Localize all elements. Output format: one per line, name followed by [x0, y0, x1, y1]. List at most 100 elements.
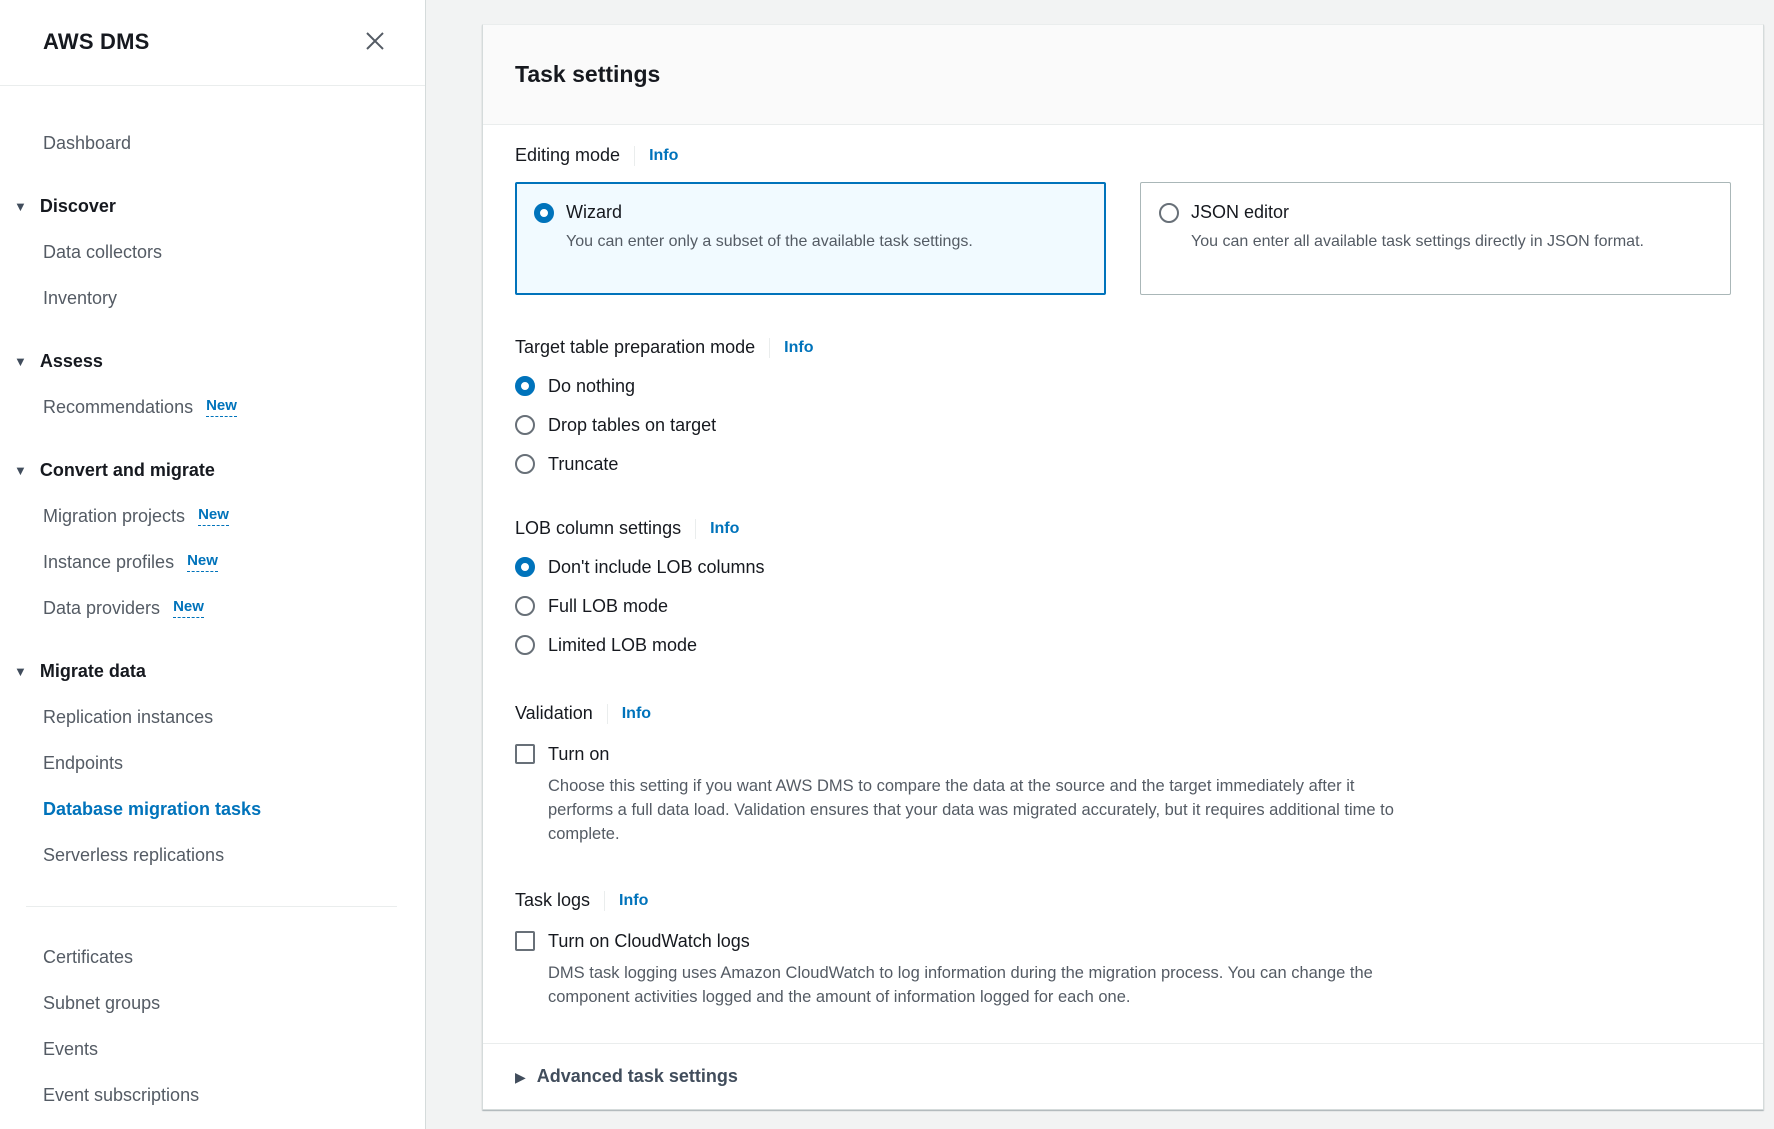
sidebar-item-replication-instances[interactable]: Replication instances [0, 694, 425, 740]
validation-turn-on-checkbox[interactable] [515, 744, 535, 764]
task-settings-panel: Task settings Editing mode Info Wizard [482, 24, 1764, 1110]
full-lob-mode-radio[interactable] [515, 596, 535, 616]
panel-header: Task settings [483, 25, 1763, 125]
sidebar-item-inventory[interactable]: Inventory [0, 275, 425, 321]
sidebar: AWS DMS Dashboard ▼ Discover Data collec… [0, 0, 426, 1129]
sidebar-item-data-providers[interactable]: Data providers New [0, 585, 425, 631]
task-logs-label-row: Task logs Info [515, 890, 1731, 911]
sidebar-item-database-migration-tasks[interactable]: Database migration tasks [0, 786, 425, 832]
page-title: Task settings [515, 61, 1731, 88]
option-drop-tables-on-target[interactable]: Drop tables on target [515, 411, 1731, 439]
validation-label-row: Validation Info [515, 703, 1731, 724]
editing-mode-info-link[interactable]: Info [649, 147, 678, 165]
json-editor-label: JSON editor [1191, 202, 1289, 223]
truncate-radio[interactable] [515, 454, 535, 474]
sidebar-item-endpoints[interactable]: Endpoints [0, 740, 425, 786]
sidebar-section-assess[interactable]: ▼ Assess [0, 338, 425, 384]
validation-info-link[interactable]: Info [622, 705, 651, 723]
new-badge[interactable]: New [206, 397, 237, 416]
label-info-divider [634, 146, 635, 166]
new-badge[interactable]: New [173, 598, 204, 617]
sidebar-item-dashboard[interactable]: Dashboard [0, 120, 425, 166]
sidebar-item-data-collectors[interactable]: Data collectors [0, 229, 425, 275]
close-icon [364, 30, 386, 55]
validation-label: Validation [515, 703, 593, 724]
wizard-radio-row: Wizard [534, 202, 1087, 223]
wizard-label: Wizard [566, 202, 622, 223]
option-truncate[interactable]: Truncate [515, 450, 1731, 478]
validation-group: Validation Info Turn on Choose this sett… [515, 703, 1731, 846]
sidebar-item-certificates[interactable]: Certificates [0, 934, 425, 980]
panel-body: Editing mode Info Wizard You can enter o… [483, 125, 1763, 1043]
sidebar-section-convert-and-migrate[interactable]: ▼ Convert and migrate [0, 447, 425, 493]
sidebar-item-event-subscriptions[interactable]: Event subscriptions [0, 1072, 425, 1118]
json-editor-description: You can enter all available task setting… [1191, 231, 1712, 253]
option-limited-lob-mode[interactable]: Limited LOB mode [515, 631, 1731, 659]
option-do-nothing[interactable]: Do nothing [515, 372, 1731, 400]
option-full-lob-mode[interactable]: Full LOB mode [515, 592, 1731, 620]
validation-description: Choose this setting if you want AWS DMS … [548, 774, 1400, 846]
sidebar-item-migration-projects[interactable]: Migration projects New [0, 493, 425, 539]
advanced-task-settings-expander[interactable]: ▶ Advanced task settings [483, 1043, 1763, 1109]
json-editor-radio[interactable] [1159, 203, 1179, 223]
sidebar-item-events[interactable]: Events [0, 1026, 425, 1072]
caret-down-icon: ▼ [14, 200, 27, 213]
task-logs-info-link[interactable]: Info [619, 892, 648, 910]
lob-column-settings-label-row: LOB column settings Info [515, 518, 1731, 539]
lob-column-settings-info-link[interactable]: Info [710, 520, 739, 538]
target-table-preparation-label-row: Target table preparation mode Info [515, 337, 1731, 358]
dont-include-lob-radio[interactable] [515, 557, 535, 577]
editing-mode-tiles: Wizard You can enter only a subset of th… [515, 182, 1731, 295]
target-table-preparation-info-link[interactable]: Info [784, 339, 813, 357]
app-root: AWS DMS Dashboard ▼ Discover Data collec… [0, 0, 1774, 1129]
main-content: Task settings Editing mode Info Wizard [426, 0, 1774, 1129]
cloudwatch-logs-label: Turn on CloudWatch logs [548, 931, 750, 952]
sidebar-title: AWS DMS [43, 29, 150, 55]
caret-down-icon: ▼ [14, 464, 27, 477]
task-logs-group: Task logs Info Turn on CloudWatch logs D… [515, 890, 1731, 1009]
editing-mode-label-row: Editing mode Info [515, 145, 1731, 166]
do-nothing-radio[interactable] [515, 376, 535, 396]
sidebar-divider [26, 906, 397, 907]
lob-column-settings-group: LOB column settings Info Don't include L… [515, 518, 1731, 659]
json-editor-radio-row: JSON editor [1159, 202, 1712, 223]
task-logs-description: DMS task logging uses Amazon CloudWatch … [548, 961, 1400, 1009]
label-info-divider [607, 704, 608, 724]
sidebar-item-subnet-groups[interactable]: Subnet groups [0, 980, 425, 1026]
sidebar-item-instance-profiles[interactable]: Instance profiles New [0, 539, 425, 585]
editing-mode-label: Editing mode [515, 145, 620, 166]
task-logs-label: Task logs [515, 890, 590, 911]
sidebar-item-serverless-replications[interactable]: Serverless replications [0, 832, 425, 878]
sidebar-section-migrate-data[interactable]: ▼ Migrate data [0, 648, 425, 694]
wizard-radio[interactable] [534, 203, 554, 223]
new-badge[interactable]: New [187, 552, 218, 571]
close-sidebar-button[interactable] [363, 30, 387, 54]
lob-column-settings-options: Don't include LOB columns Full LOB mode … [515, 553, 1731, 659]
advanced-task-settings-label: Advanced task settings [537, 1066, 738, 1087]
sidebar-section-discover[interactable]: ▼ Discover [0, 183, 425, 229]
label-info-divider [695, 519, 696, 539]
label-info-divider [604, 891, 605, 911]
option-dont-include-lob-columns[interactable]: Don't include LOB columns [515, 553, 1731, 581]
sidebar-item-recommendations[interactable]: Recommendations New [0, 384, 425, 430]
limited-lob-mode-radio[interactable] [515, 635, 535, 655]
wizard-description: You can enter only a subset of the avail… [566, 231, 1087, 253]
json-editor-tile[interactable]: JSON editor You can enter all available … [1140, 182, 1731, 295]
caret-right-icon: ▶ [515, 1070, 526, 1084]
target-table-preparation-label: Target table preparation mode [515, 337, 755, 358]
cloudwatch-logs-checkbox[interactable] [515, 931, 535, 951]
lob-column-settings-label: LOB column settings [515, 518, 681, 539]
label-info-divider [769, 338, 770, 358]
sidebar-header: AWS DMS [0, 0, 425, 86]
drop-tables-radio[interactable] [515, 415, 535, 435]
target-table-preparation-options: Do nothing Drop tables on target Truncat… [515, 372, 1731, 478]
new-badge[interactable]: New [198, 506, 229, 525]
sidebar-nav: Dashboard ▼ Discover Data collectors Inv… [0, 120, 425, 1118]
caret-down-icon: ▼ [14, 665, 27, 678]
validation-turn-on-row[interactable]: Turn on [515, 740, 1731, 768]
target-table-preparation-group: Target table preparation mode Info Do no… [515, 337, 1731, 478]
validation-turn-on-label: Turn on [548, 744, 609, 765]
wizard-tile[interactable]: Wizard You can enter only a subset of th… [515, 182, 1106, 295]
cloudwatch-logs-row[interactable]: Turn on CloudWatch logs [515, 927, 1731, 955]
caret-down-icon: ▼ [14, 355, 27, 368]
